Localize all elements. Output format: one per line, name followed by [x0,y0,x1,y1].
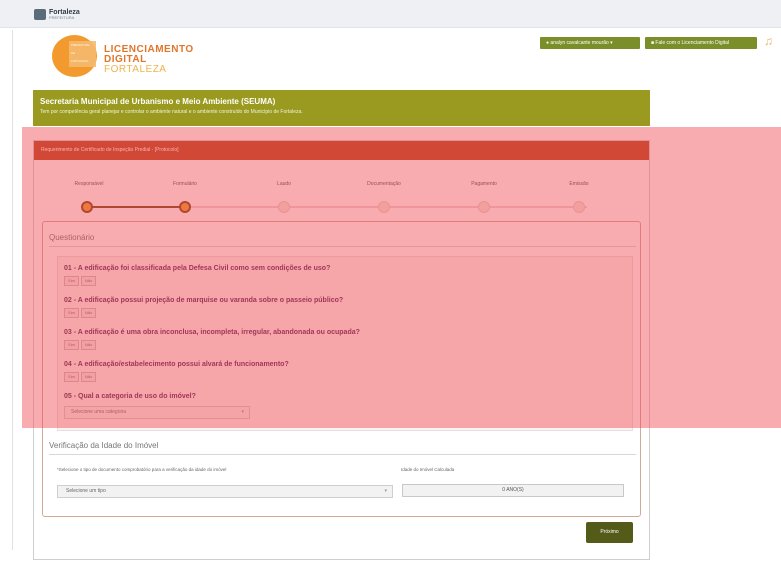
verificacao-title: Verificação da Idade do Imóvel [49,441,159,450]
fortaleza-logo[interactable]: Fortaleza PREFEITURA [34,9,80,20]
badge-line-3: FORTALEZA [71,59,89,63]
form-box: Questionário 01 - A edificação foi class… [42,221,641,517]
brand-badge: PREFEITURA DE FORTALEZA [69,41,96,67]
step-label: Documentação [367,181,401,187]
chevron-down-icon: ▾ [384,488,387,494]
category-select-value: Selecione uma categoria [71,409,127,415]
doc-type-select[interactable]: Selecione um tipo ▾ [57,485,393,498]
user-name: analyn cavalcante mourão [550,40,609,46]
step-label: Laudo [277,181,291,187]
logo-subtitle: PREFEITURA [49,15,75,20]
panel-header: Requerimento de Certificado de Inspeção … [34,141,649,160]
option-nao-01[interactable]: Não [81,276,96,286]
questionario-title: Questionário [49,233,95,242]
step-label: Emissão [569,181,589,187]
age-field: 0 ANO(S) [402,484,624,497]
option-sim-01[interactable]: Sim [64,276,79,286]
chevron-down-icon: ▾ [241,409,244,415]
step-dot-laudo[interactable] [278,201,290,213]
option-nao-03[interactable]: Não [81,340,96,350]
secretaria-subtitle: Tem por competência geral planejar e con… [40,109,303,115]
secretaria-banner: Secretaria Municipal de Urbanismo e Meio… [33,90,650,126]
step-label: Responsável [74,181,104,187]
step-responsavel[interactable]: Responsável [59,181,119,187]
question-02-options: Sim Não [64,308,96,318]
category-select[interactable]: Selecione uma categoria ▾ [64,406,250,419]
left-divider [12,30,13,550]
step-label: Pagamento [471,181,497,187]
question-04-options: Sim Não [64,372,96,382]
option-nao-04[interactable]: Não [81,372,96,382]
step-dot-documentacao[interactable] [378,201,390,213]
step-dot-pagamento[interactable] [478,201,490,213]
chevron-down-icon: ▾ [608,40,613,46]
step-formulario[interactable]: Formulário [155,181,215,187]
age-label: Idade do Imóvel Calculada [401,467,455,472]
step-documentacao[interactable]: Documentação [354,181,414,187]
top-bar: Fortaleza PREFEITURA [0,0,781,28]
doc-type-value: Selecione um tipo [66,488,106,494]
badge-line-1: PREFEITURA [71,43,91,47]
option-sim-03[interactable]: Sim [64,340,79,350]
option-nao-02[interactable]: Não [81,308,96,318]
user-menu-button[interactable]: ● analyn cavalcante mourão ▾ [540,37,640,49]
contact-label: Fale com o Licenciamento Digital [655,40,730,46]
secretaria-title: Secretaria Municipal de Urbanismo e Meio… [40,97,276,106]
contact-button[interactable]: ■ Fale com o Licenciamento Digital [645,37,757,49]
city-crest-icon [34,9,46,20]
request-panel: Requerimento de Certificado de Inspeção … [33,140,650,560]
divider [49,246,636,247]
step-dot-formulario[interactable] [179,201,191,213]
licenciamento-logo[interactable]: PREFEITURA DE FORTALEZA LICENCIAMENTO DI… [52,35,193,80]
question-01: 01 - A edificação foi classificada pela … [64,265,331,272]
step-dot-responsavel[interactable] [81,201,93,213]
step-label: Formulário [173,181,197,187]
brand-word-3: FORTALEZA [104,64,167,75]
question-01-options: Sim Não [64,276,96,286]
option-sim-02[interactable]: Sim [64,308,79,318]
progress-stepper: Responsável Formulário Laudo Documentaçã… [59,181,619,213]
step-emissao[interactable]: Emissão [549,181,609,187]
step-dot-emissao[interactable] [573,201,585,213]
step-pagamento[interactable]: Pagamento [454,181,514,187]
questions-well: 01 - A edificação foi classificada pela … [57,256,633,431]
next-button[interactable]: Próximo [586,522,633,543]
option-sim-04[interactable]: Sim [64,372,79,382]
question-04: 04 - A edificação/estabelecimento possui… [64,361,289,368]
divider [49,454,636,455]
question-03-options: Sim Não [64,340,96,350]
question-05: 05 - Qual a categoria de uso do imóvel? [64,393,196,400]
step-laudo[interactable]: Laudo [254,181,314,187]
notification-bell-icon[interactable]: ♫ [764,34,773,48]
question-03: 03 - A edificação é uma obra inconclusa,… [64,329,360,336]
step-track-done [87,206,185,208]
panel-title: Requerimento de Certificado de Inspeção … [41,147,179,153]
doc-type-label: *Selecione o tipo de documento comprobat… [57,467,227,472]
question-02: 02 - A edificação possui projeção de mar… [64,297,344,304]
badge-line-2: DE [71,51,76,55]
